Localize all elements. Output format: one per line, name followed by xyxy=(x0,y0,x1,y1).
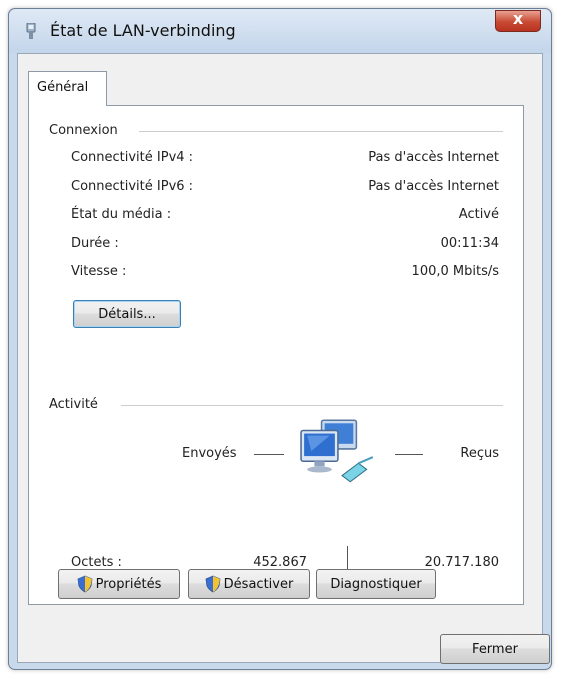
ipv6-label: Connectivité IPv6 : xyxy=(71,179,194,194)
sent-label: Envoyés xyxy=(182,446,237,461)
close-button[interactable]: Fermer xyxy=(440,634,550,664)
received-connector-line xyxy=(395,454,423,455)
media-state-label: État du média : xyxy=(71,207,172,222)
disable-button-label: Désactiver xyxy=(223,576,294,592)
ipv6-value: Pas d'accès Internet xyxy=(368,179,499,194)
bytes-received-value: 20.717.180 xyxy=(424,555,499,570)
diagnose-button-label: Diagnostiquer xyxy=(330,576,422,592)
diagnose-button[interactable]: Diagnostiquer xyxy=(316,569,436,599)
speed-label: Vitesse : xyxy=(71,264,127,279)
activite-group-line xyxy=(121,405,503,406)
media-state-value: Activé xyxy=(458,207,499,222)
close-window-button[interactable]: x xyxy=(495,9,541,32)
sent-connector-line xyxy=(254,454,284,455)
title-bar[interactable]: État de LAN-verbinding x xyxy=(9,9,551,53)
properties-button[interactable]: Propriétés xyxy=(58,569,180,599)
ipv4-value: Pas d'accès Internet xyxy=(368,150,499,165)
details-button-label: Détails... xyxy=(98,306,156,322)
connexion-group-label: Connexion xyxy=(49,123,118,138)
close-button-label: Fermer xyxy=(472,641,518,657)
network-computers-icon xyxy=(300,419,374,483)
network-adapter-icon xyxy=(26,23,36,39)
connexion-group-line xyxy=(139,131,503,132)
properties-button-label: Propriétés xyxy=(95,576,162,592)
window-title: État de LAN-verbinding xyxy=(50,21,236,40)
tab-panel-general: Connexion Connectivité IPv4 : Pas d'accè… xyxy=(28,105,524,605)
ipv4-label: Connectivité IPv4 : xyxy=(71,150,194,165)
bytes-sent-value: 452.867 xyxy=(253,555,307,570)
close-icon: x xyxy=(512,9,524,28)
tab-general[interactable]: Général xyxy=(28,71,107,106)
uac-shield-icon xyxy=(205,575,221,593)
duration-label: Durée : xyxy=(71,236,119,251)
activite-group-label: Activité xyxy=(49,397,98,412)
dialog-client-area: Général Connexion Connectivité IPv4 : Pa… xyxy=(17,53,550,664)
dialog-window: État de LAN-verbinding x Général Connexi… xyxy=(8,8,552,670)
speed-value: 100,0 Mbits/s xyxy=(411,264,499,279)
details-button[interactable]: Détails... xyxy=(73,300,181,328)
duration-value: 00:11:34 xyxy=(440,236,499,251)
bytes-label: Octets : xyxy=(71,555,122,570)
received-label: Reçus xyxy=(460,446,499,461)
tab-general-label: Général xyxy=(37,80,89,95)
activity-divider xyxy=(347,546,348,571)
disable-button[interactable]: Désactiver xyxy=(188,569,310,599)
uac-shield-icon xyxy=(77,575,93,593)
